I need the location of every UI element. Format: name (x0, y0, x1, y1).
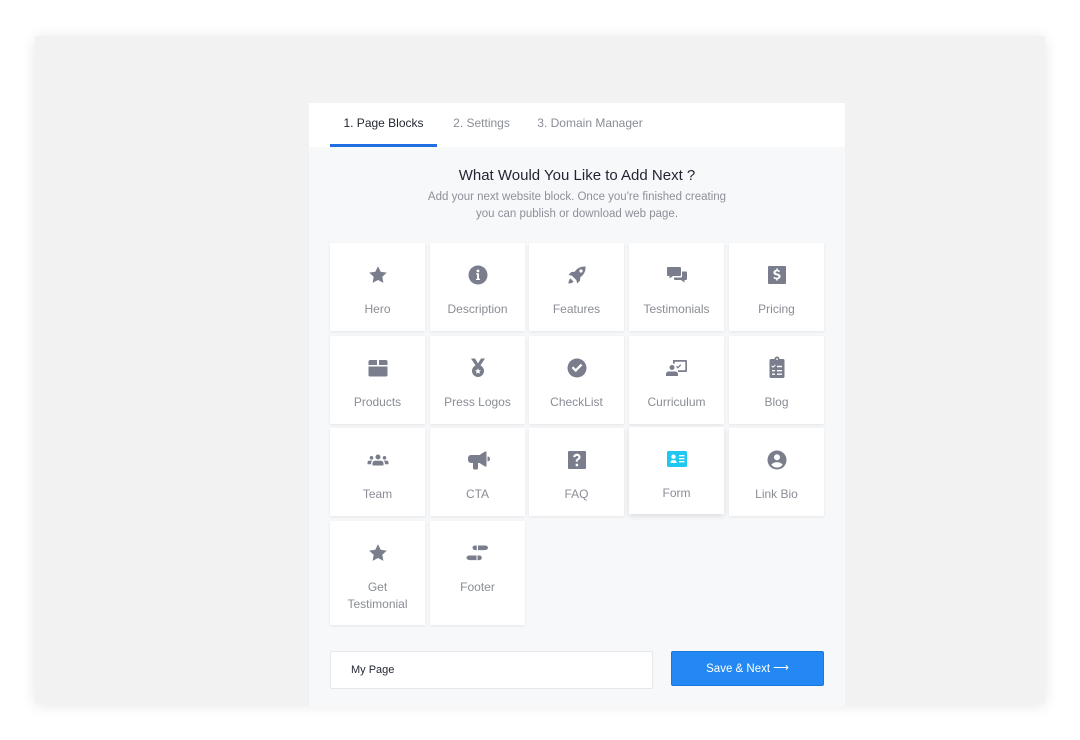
block-description[interactable]: Description (430, 243, 525, 331)
block-label: CTA (465, 487, 490, 501)
app-frame: 1. Page Blocks 2. Settings 3. Domain Man… (35, 36, 1045, 707)
page-subtitle: Add your next website block. Once you're… (427, 191, 727, 220)
id-card-icon (629, 447, 724, 471)
box-icon (330, 356, 425, 380)
dollar-square-icon (729, 263, 824, 287)
star-icon (330, 541, 425, 565)
block-label: Pricing (758, 302, 795, 316)
block-label: Description (447, 302, 508, 316)
block-cta[interactable]: CTA (430, 428, 525, 516)
medal-icon (430, 356, 525, 380)
block-label: Team (362, 487, 393, 501)
block-label: Press Logos (444, 395, 511, 409)
block-blog[interactable]: Blog (729, 336, 824, 424)
block-label: Blog (764, 395, 789, 409)
block-label: Footer (460, 580, 495, 594)
block-form[interactable]: Form (629, 427, 724, 514)
wizard-tabs: 1. Page Blocks 2. Settings 3. Domain Man… (309, 103, 845, 147)
block-label: Hero (364, 302, 391, 316)
user-circle-icon (729, 448, 824, 472)
question-square-icon (529, 448, 624, 472)
comments-icon (629, 263, 724, 287)
star-icon (330, 263, 425, 287)
block-products[interactable]: Products (330, 336, 425, 424)
users-icon (330, 448, 425, 472)
block-get-testimonial[interactable]: Get Testimonial (330, 521, 425, 625)
save-next-button[interactable]: Save & Next ⟶ (671, 651, 824, 686)
tab-page-blocks[interactable]: 1. Page Blocks (330, 103, 437, 147)
tab-settings[interactable]: 2. Settings (445, 103, 518, 147)
clipboard-list-icon (729, 356, 824, 380)
tab-domain-manager[interactable]: 3. Domain Manager (535, 103, 645, 147)
rocket-icon (529, 263, 624, 287)
block-label: Curriculum (647, 395, 706, 409)
block-team[interactable]: Team (330, 428, 425, 516)
blocks-grid: Hero Description Features Testimonials Prici… (330, 243, 824, 626)
block-label: Testimonials (643, 302, 710, 316)
block-testimonials[interactable]: Testimonials (629, 243, 724, 331)
block-label: Products (353, 395, 402, 409)
block-label: Get Testimonial (347, 580, 408, 611)
block-label: Form (662, 486, 691, 500)
arrow-right-icon: ⟶ (773, 662, 789, 674)
check-circle-icon (529, 356, 624, 380)
block-faq[interactable]: FAQ (529, 428, 624, 516)
page-name-input[interactable] (330, 651, 653, 689)
page-title: What Would You Like to Add Next ? (458, 167, 696, 184)
block-label: FAQ (564, 487, 589, 501)
block-label: CheckList (550, 395, 603, 409)
chalkboard-teacher-icon (629, 356, 724, 380)
block-label: Features (552, 302, 601, 316)
block-label: Link Bio (755, 487, 798, 501)
block-pricing[interactable]: Pricing (729, 243, 824, 331)
shoe-prints-icon (430, 541, 525, 565)
page-builder-card: 1. Page Blocks 2. Settings 3. Domain Man… (309, 103, 845, 707)
block-press-logos[interactable]: Press Logos (430, 336, 525, 424)
block-link-bio[interactable]: Link Bio (729, 428, 824, 516)
bullhorn-icon (430, 448, 525, 472)
block-footer[interactable]: Footer (430, 521, 525, 625)
block-features[interactable]: Features (529, 243, 624, 331)
info-circle-icon (430, 263, 525, 287)
block-checklist[interactable]: CheckList (529, 336, 624, 424)
block-hero[interactable]: Hero (330, 243, 425, 331)
block-curriculum[interactable]: Curriculum (629, 336, 724, 424)
save-next-label: Save & Next (706, 662, 771, 675)
